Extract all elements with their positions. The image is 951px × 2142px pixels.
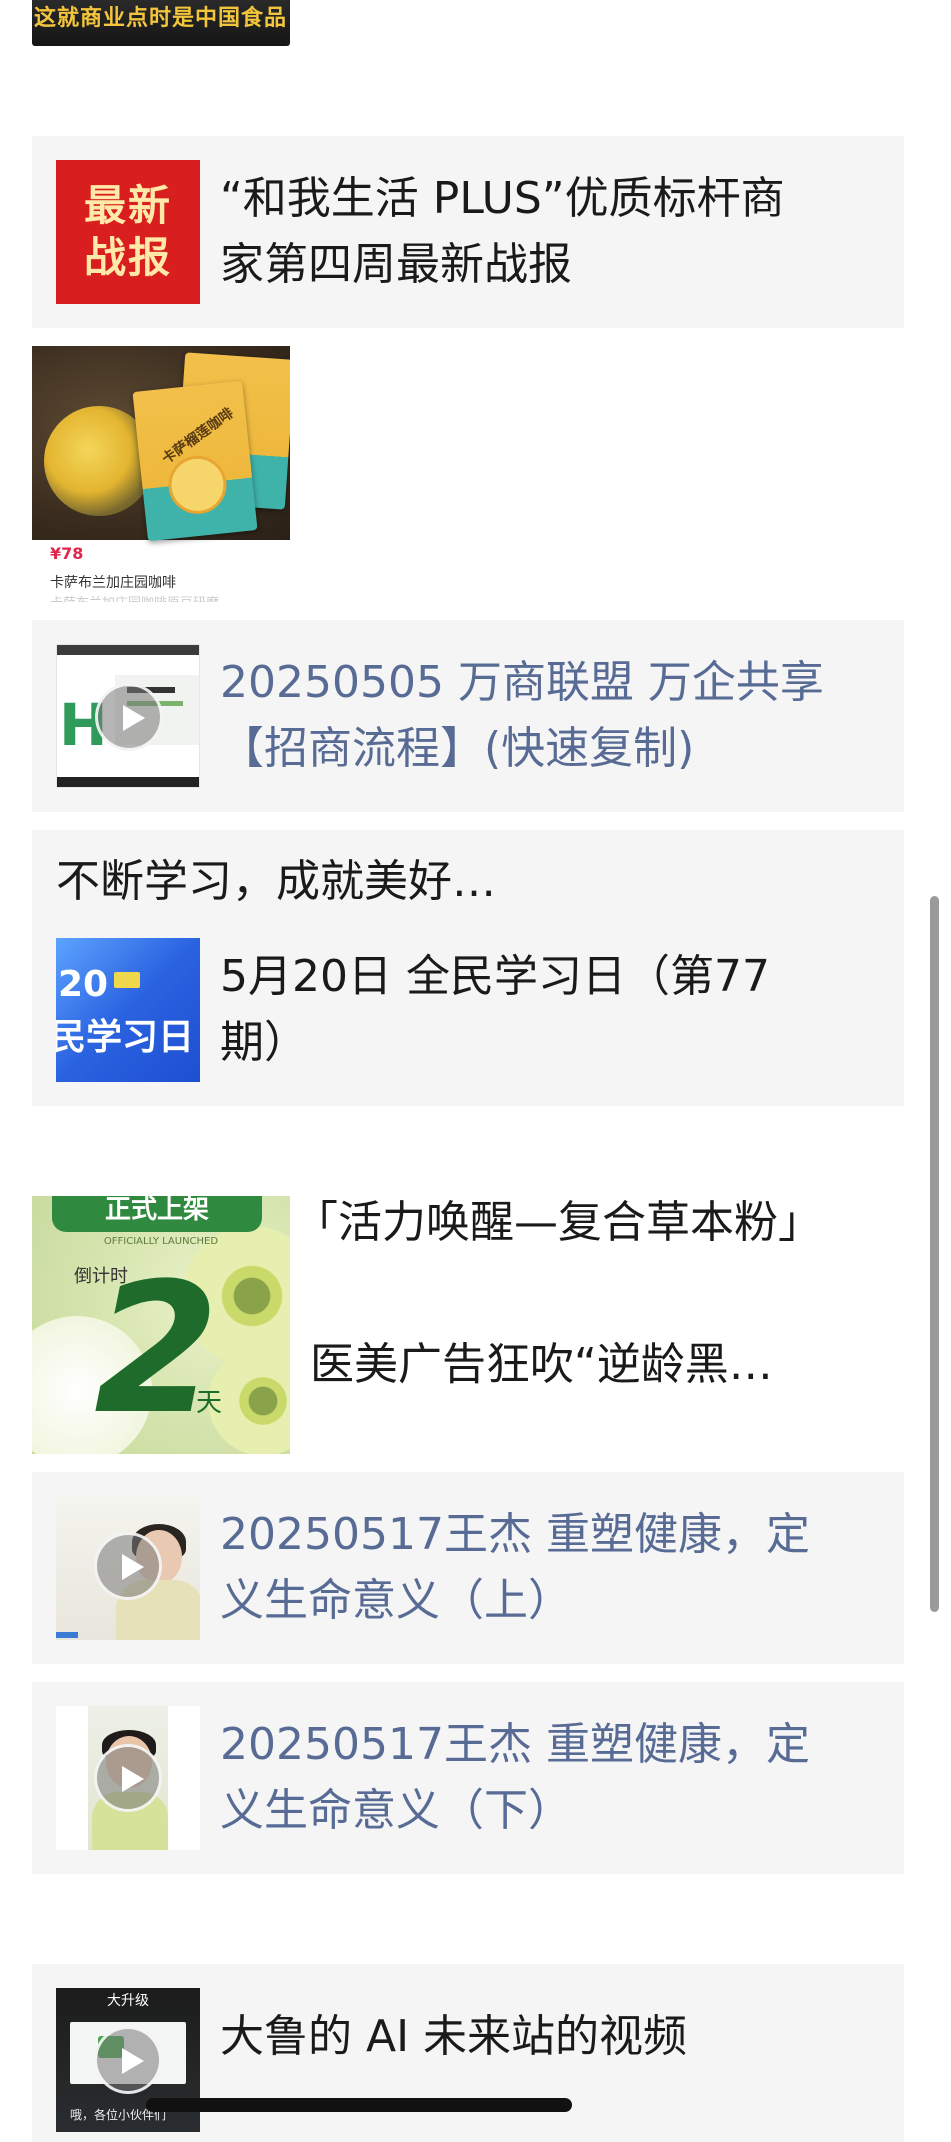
article-page: 这就商业点时是中国食品 最新 战报 “和我生活 PLUS”优质标杆商 家第四周最… xyxy=(0,0,951,2142)
wangjie-title-2: 20250517王杰 重塑健康，定 义生命意义（下） xyxy=(220,1712,880,1844)
zhaoshang-video-card[interactable]: H 20250505 万商联盟 万企共享 【招商流程】(快速复制) xyxy=(32,620,904,812)
coffee-bag-front: 卡萨榴莲咖啡 xyxy=(132,380,258,542)
wangjie-video-card-2[interactable]: 20250517王杰 重塑健康，定 义生命意义（下） xyxy=(32,1682,904,1874)
zhaoshang-title-line-2: 【招商流程】(快速复制) xyxy=(220,723,695,774)
ai-thumb-top: 大升级 xyxy=(107,1993,149,2009)
countdown-unit: 天 xyxy=(196,1388,223,1418)
play-icon[interactable] xyxy=(94,1532,162,1600)
learning-thumb-text: 民学习日 xyxy=(56,1017,195,1058)
play-icon[interactable] xyxy=(95,683,163,751)
learning-heading: 不断学习，成就美好… xyxy=(56,856,496,907)
zhaoshang-title: 20250505 万商联盟 万企共享 【招商流程】(快速复制) xyxy=(220,650,880,782)
herbal-powder-title[interactable]: 「活力唤醒—复合草本粉」 xyxy=(294,1190,822,1256)
zhanbao-title: “和我生活 PLUS”优质标杆商 家第四周最新战报 xyxy=(220,166,880,298)
coffee-price: ¥78 xyxy=(50,544,84,563)
learning-title-line-1: 5月20日 全民学习日（第77 xyxy=(220,951,770,1002)
countdown-number: 2 xyxy=(94,1245,220,1454)
wangjie-video-thumbnail-2 xyxy=(56,1706,200,1850)
zhanbao-article-card[interactable]: 最新 战报 “和我生活 PLUS”优质标杆商 家第四周最新战报 xyxy=(32,136,904,328)
thumb-badge xyxy=(56,1632,78,1638)
learning-thumbnail: 20 民学习日 xyxy=(56,938,200,1082)
coffee-name-cut: 卡萨布兰加庄园咖啡原豆研磨 xyxy=(50,592,219,602)
zhanbao-thumbnail: 最新 战报 xyxy=(56,160,200,304)
launch-banner: 正式上架 xyxy=(52,1196,262,1232)
ai-video-title: 大鲁的 AI 未来站的视频 xyxy=(220,2011,688,2062)
zhanbao-thumb-text-2: 战报 xyxy=(83,233,172,282)
wangjie-2-title-line-1: 20250517王杰 重塑健康，定 xyxy=(220,1719,810,1770)
herbal-powder-image[interactable]: 正式上架 OFFICIALLY LAUNCHED 倒计时 2 天 xyxy=(32,1196,290,1454)
wangjie-video-card-1[interactable]: 20250517王杰 重塑健康，定 义生命意义（上） xyxy=(32,1472,904,1664)
top-image-partial[interactable]: 这就商业点时是中国食品 xyxy=(32,0,290,46)
vertical-scrollbar[interactable] xyxy=(930,896,939,1612)
ai-video-card[interactable]: 大升级 哦，各位小伙伴们 大鲁的 AI 未来站的视频 xyxy=(32,1964,904,2142)
wangjie-2-title-line-2: 义生命意义（下） xyxy=(220,1785,572,1836)
coffee-photo: 卡萨榴莲咖啡 xyxy=(32,346,290,542)
learning-thumb-tag xyxy=(114,972,140,988)
thumb-top-bar xyxy=(57,645,199,655)
top-image-caption: 这就商业点时是中国食品 xyxy=(34,6,288,31)
wangjie-1-title-line-2: 义生命意义（上） xyxy=(220,1575,572,1626)
zhanbao-title-line-1: “和我生活 PLUS”优质标杆商 xyxy=(220,173,785,224)
cosmetic-ad-link[interactable]: 医美广告狂吹“逆龄黑… xyxy=(310,1332,773,1398)
learning-day-card[interactable]: 不断学习，成就美好… 20 民学习日 5月20日 全民学习日（第77 期） xyxy=(32,830,904,1106)
wangjie-1-title-line-1: 20250517王杰 重塑健康，定 xyxy=(220,1509,810,1560)
learning-thumb-number: 20 xyxy=(58,964,109,1005)
play-icon[interactable] xyxy=(94,2026,162,2094)
learning-title: 5月20日 全民学习日（第77 期） xyxy=(220,944,880,1076)
zhanbao-thumb-text-1: 最新 xyxy=(83,181,172,230)
play-icon[interactable] xyxy=(94,1744,162,1812)
coffee-name: 卡萨布兰加庄园咖啡 xyxy=(50,575,176,591)
learning-title-line-2: 期） xyxy=(220,1017,308,1068)
coffee-product-image[interactable]: 卡萨榴莲咖啡 ¥78 卡萨布兰加庄园咖啡 卡萨布兰加庄园咖啡原豆研磨 xyxy=(32,346,290,602)
zhaoshang-video-thumbnail: H xyxy=(56,644,200,788)
wangjie-video-thumbnail-1 xyxy=(56,1496,200,1640)
home-indicator[interactable] xyxy=(146,2098,572,2112)
zhaoshang-title-line-1: 20250505 万商联盟 万企共享 xyxy=(220,657,824,708)
thumb-bottom-bar xyxy=(57,777,199,787)
wangjie-title-1: 20250517王杰 重塑健康，定 义生命意义（上） xyxy=(220,1502,880,1634)
zhanbao-title-line-2: 家第四周最新战报 xyxy=(220,239,572,290)
